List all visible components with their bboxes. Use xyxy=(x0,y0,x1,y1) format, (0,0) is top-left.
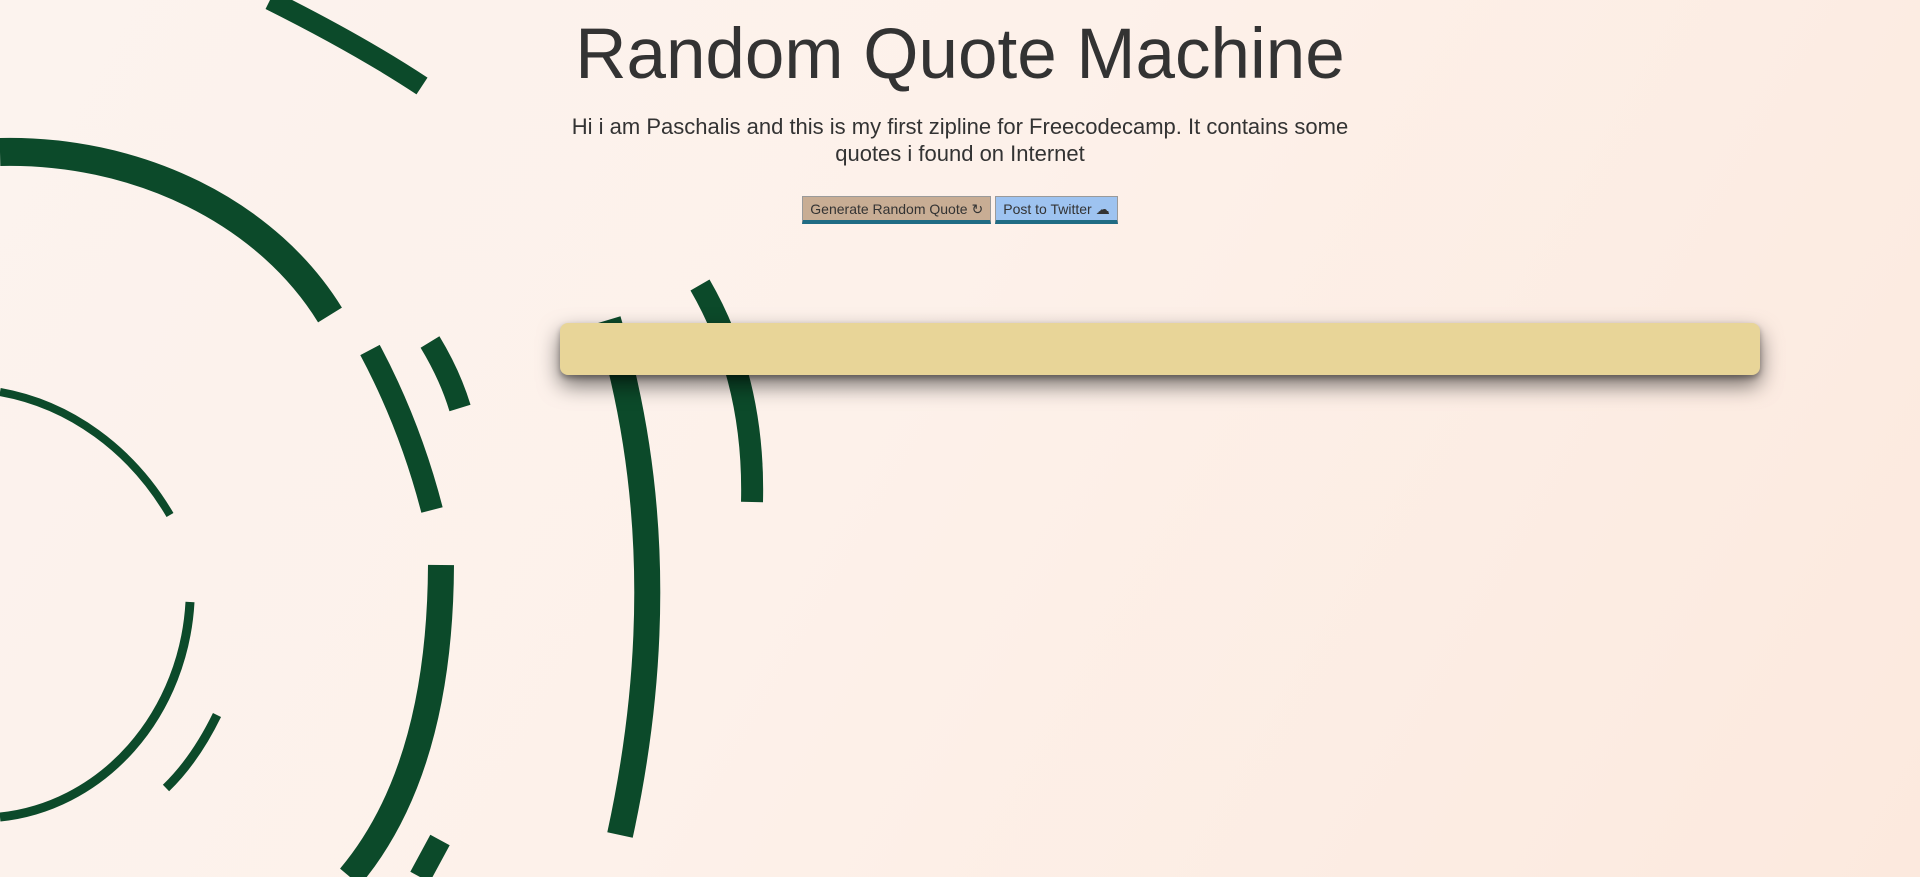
generate-quote-button[interactable]: Generate Random Quote ↻ xyxy=(802,196,992,224)
page-title: Random Quote Machine xyxy=(575,15,1345,94)
cloud-upload-icon: ☁ xyxy=(1095,201,1110,217)
generate-quote-label: Generate Random Quote xyxy=(810,201,968,217)
post-to-twitter-button[interactable]: Post to Twitter ☁ xyxy=(995,196,1118,224)
quote-box xyxy=(560,323,1760,375)
refresh-icon: ↻ xyxy=(971,201,984,217)
post-to-twitter-label: Post to Twitter xyxy=(1003,201,1092,217)
action-buttons: Generate Random Quote ↻ Post to Twitter ☁ xyxy=(0,196,1920,224)
intro-text: Hi i am Paschalis and this is my first z… xyxy=(571,114,1349,166)
